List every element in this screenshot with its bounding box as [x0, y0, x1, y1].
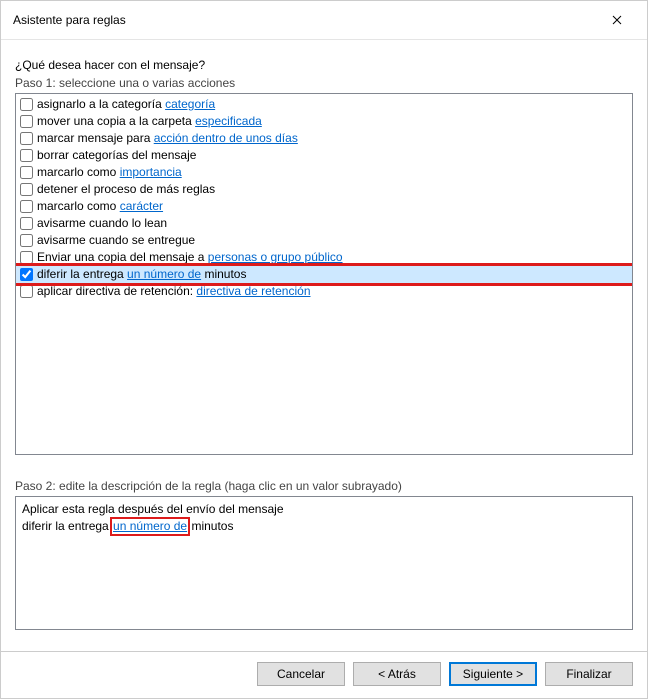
action-row[interactable]: asignarlo a la categoría categoría	[16, 96, 632, 113]
window-title: Asistente para reglas	[13, 13, 126, 27]
step1-label: Paso 1: seleccione una o varias acciones	[15, 76, 633, 90]
action-text: detener el proceso de más reglas	[37, 181, 215, 198]
action-value-link[interactable]: un número de	[127, 267, 201, 281]
action-checkbox[interactable]	[20, 251, 33, 264]
step2-label: Paso 2: edite la descripción de la regla…	[15, 479, 633, 493]
dialog-body: ¿Qué desea hacer con el mensaje? Paso 1:…	[1, 40, 647, 651]
desc-line1: Aplicar esta regla después del envío del…	[22, 501, 626, 518]
question-text: ¿Qué desea hacer con el mensaje?	[15, 58, 633, 72]
next-button[interactable]: Siguiente >	[449, 662, 537, 686]
action-text: asignarlo a la categoría categoría	[37, 96, 215, 113]
close-icon	[612, 15, 622, 25]
desc-minutes-link[interactable]: un número de	[112, 519, 188, 534]
close-button[interactable]	[597, 7, 637, 33]
action-value-link[interactable]: categoría	[165, 97, 215, 111]
action-row[interactable]: marcarlo como importancia	[16, 164, 632, 181]
action-row[interactable]: detener el proceso de más reglas	[16, 181, 632, 198]
action-text: marcarlo como importancia	[37, 164, 182, 181]
action-text: mover una copia a la carpeta especificad…	[37, 113, 262, 130]
titlebar: Asistente para reglas	[1, 1, 647, 40]
action-value-link[interactable]: acción dentro de unos días	[154, 131, 298, 145]
action-row[interactable]: marcarlo como carácter	[16, 198, 632, 215]
action-row[interactable]: avisarme cuando lo lean	[16, 215, 632, 232]
action-checkbox[interactable]	[20, 234, 33, 247]
action-row[interactable]: diferir la entrega un número de minutos	[16, 266, 632, 283]
action-text: avisarme cuando lo lean	[37, 215, 167, 232]
desc-line2: diferir la entrega un número de minutos	[22, 518, 626, 535]
action-checkbox[interactable]	[20, 166, 33, 179]
action-list[interactable]: asignarlo a la categoría categoríamover …	[15, 93, 633, 455]
action-value-link[interactable]: carácter	[120, 199, 163, 213]
action-row[interactable]: marcar mensaje para acción dentro de uno…	[16, 130, 632, 147]
action-checkbox[interactable]	[20, 98, 33, 111]
action-text: avisarme cuando se entregue	[37, 232, 195, 249]
action-row[interactable]: borrar categorías del mensaje	[16, 147, 632, 164]
action-checkbox[interactable]	[20, 115, 33, 128]
action-checkbox[interactable]	[20, 285, 33, 298]
action-text: diferir la entrega un número de minutos	[37, 266, 246, 283]
action-checkbox[interactable]	[20, 268, 33, 281]
cancel-button[interactable]: Cancelar	[257, 662, 345, 686]
action-checkbox[interactable]	[20, 183, 33, 196]
action-text: Enviar una copia del mensaje a personas …	[37, 249, 343, 266]
action-value-link[interactable]: directiva de retención	[196, 284, 310, 298]
action-value-link[interactable]: personas o grupo público	[208, 250, 343, 264]
action-value-link[interactable]: especificada	[195, 114, 262, 128]
action-row[interactable]: avisarme cuando se entregue	[16, 232, 632, 249]
action-checkbox[interactable]	[20, 200, 33, 213]
action-row[interactable]: mover una copia a la carpeta especificad…	[16, 113, 632, 130]
action-checkbox[interactable]	[20, 217, 33, 230]
footer-buttons: Cancelar < Atrás Siguiente > Finalizar	[1, 651, 647, 698]
action-text: marcar mensaje para acción dentro de uno…	[37, 130, 298, 147]
action-checkbox[interactable]	[20, 132, 33, 145]
finish-button[interactable]: Finalizar	[545, 662, 633, 686]
action-row[interactable]: aplicar directiva de retención: directiv…	[16, 283, 632, 300]
action-text: borrar categorías del mensaje	[37, 147, 196, 164]
action-checkbox[interactable]	[20, 149, 33, 162]
action-row[interactable]: Enviar una copia del mensaje a personas …	[16, 249, 632, 266]
action-value-link[interactable]: importancia	[120, 165, 182, 179]
rule-description-box: Aplicar esta regla después del envío del…	[15, 496, 633, 630]
action-text: aplicar directiva de retención: directiv…	[37, 283, 311, 300]
action-text: marcarlo como carácter	[37, 198, 163, 215]
back-button[interactable]: < Atrás	[353, 662, 441, 686]
